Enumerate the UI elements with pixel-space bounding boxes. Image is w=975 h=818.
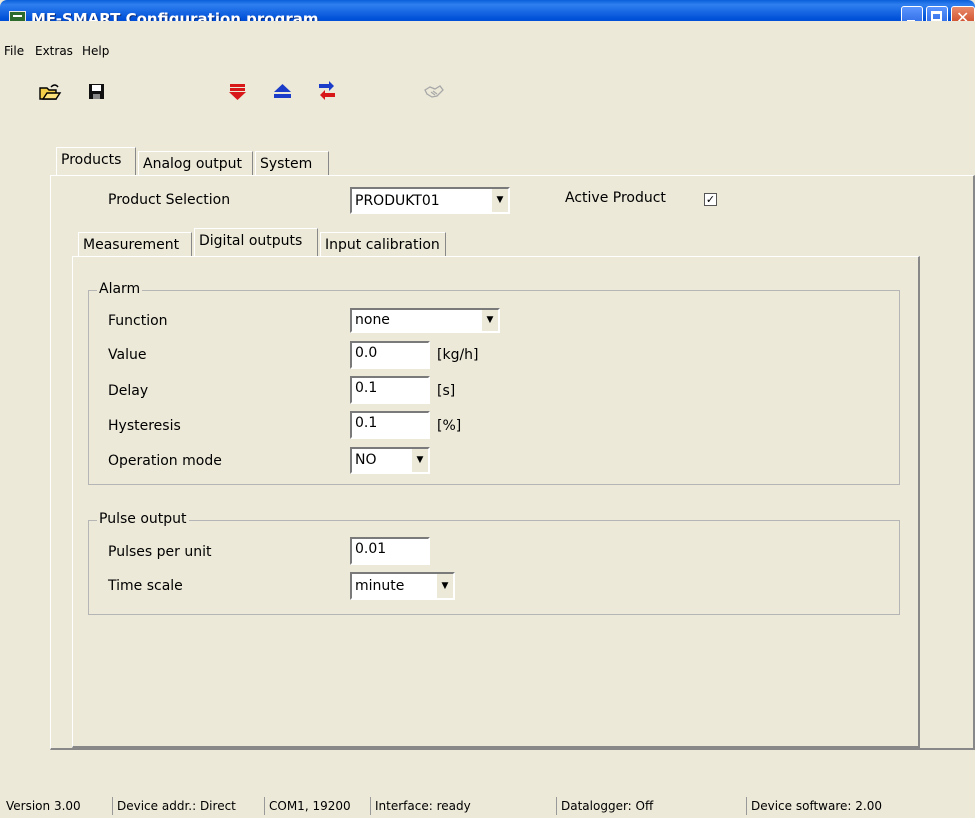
time-scale-value: minute <box>355 578 405 594</box>
chevron-down-icon: ▼ <box>481 310 498 331</box>
status-device-addr: Device addr.: Direct <box>112 797 236 815</box>
status-com-port: COM1, 19200 <box>264 797 351 815</box>
menu-bar <box>0 21 975 41</box>
chevron-down-icon: ▼ <box>491 189 508 212</box>
open-folder-icon[interactable] <box>38 82 62 102</box>
delay-input[interactable]: 0.1 <box>350 376 430 404</box>
save-floppy-icon[interactable] <box>88 83 106 101</box>
checkmark-icon: ✓ <box>705 193 716 206</box>
eject-upload-icon[interactable] <box>272 82 294 102</box>
tab-products-label: Products <box>61 152 122 168</box>
menu-help[interactable]: Help <box>82 44 109 58</box>
status-interface: Interface: ready <box>370 797 471 815</box>
tab-system-label: System <box>260 156 313 172</box>
tab-input-calibration[interactable]: Input calibration <box>320 232 446 256</box>
tab-system[interactable]: System <box>255 151 329 175</box>
pulses-per-unit-input[interactable]: 0.01 <box>350 537 430 565</box>
status-datalogger: Datalogger: Off <box>556 797 653 815</box>
delay-label: Delay <box>108 383 149 399</box>
product-selection-dropdown[interactable]: PRODUKT01 ▼ <box>350 187 510 214</box>
operation-mode-dropdown[interactable]: NO ▼ <box>350 447 430 474</box>
menu-file[interactable]: File <box>4 44 24 58</box>
function-dropdown[interactable]: none ▼ <box>350 308 500 333</box>
operation-mode-label: Operation mode <box>108 453 222 469</box>
toolbar <box>0 78 975 110</box>
product-selection-value: PRODUKT01 <box>355 193 440 209</box>
hysteresis-unit: [%] <box>437 418 462 434</box>
value-unit: [kg/h] <box>437 347 479 363</box>
value-label: Value <box>108 347 147 363</box>
status-version: Version 3.00 <box>6 799 81 813</box>
status-device-software: Device software: 2.00 <box>746 797 882 815</box>
function-label: Function <box>108 313 168 329</box>
value-input[interactable]: 0.0 <box>350 341 430 369</box>
app-window: MF-SMART Configuration program ✕ File Ex… <box>0 0 975 818</box>
tab-analog-output-label: Analog output <box>143 156 242 172</box>
tab-measurement[interactable]: Measurement <box>78 232 192 256</box>
tab-analog-output[interactable]: Analog output <box>138 151 253 175</box>
tab-digital-outputs[interactable]: Digital outputs <box>194 228 318 256</box>
tab-input-calibration-label: Input calibration <box>325 237 440 253</box>
handshake-icon[interactable] <box>423 82 445 102</box>
status-bar: Version 3.00 Device addr.: Direct COM1, … <box>0 792 975 818</box>
operation-mode-value: NO <box>355 452 377 468</box>
active-product-checkbox[interactable]: ✓ <box>704 193 717 206</box>
tab-digital-outputs-label: Digital outputs <box>199 233 303 249</box>
pulses-per-unit-label: Pulses per unit <box>108 544 212 560</box>
chevron-down-icon: ▼ <box>436 574 453 598</box>
pulse-output-group-title: Pulse output <box>97 511 189 527</box>
hysteresis-label: Hysteresis <box>108 418 181 434</box>
product-selection-label: Product Selection <box>108 192 231 208</box>
download-arrow-icon[interactable] <box>227 82 249 102</box>
delay-unit: [s] <box>437 383 456 399</box>
time-scale-dropdown[interactable]: minute ▼ <box>350 572 455 600</box>
maximize-icon <box>931 11 942 21</box>
chevron-down-icon: ▼ <box>411 449 428 472</box>
tab-measurement-label: Measurement <box>83 237 180 253</box>
menu-extras[interactable]: Extras <box>35 44 73 58</box>
pulse-output-group: Pulse output <box>88 511 900 615</box>
alarm-group-title: Alarm <box>97 281 143 297</box>
hysteresis-input[interactable]: 0.1 <box>350 411 430 439</box>
swap-arrows-icon[interactable] <box>316 81 338 103</box>
function-value: none <box>355 312 390 328</box>
time-scale-label: Time scale <box>108 578 183 594</box>
tab-products[interactable]: Products <box>56 147 136 175</box>
active-product-label: Active Product <box>565 190 666 206</box>
